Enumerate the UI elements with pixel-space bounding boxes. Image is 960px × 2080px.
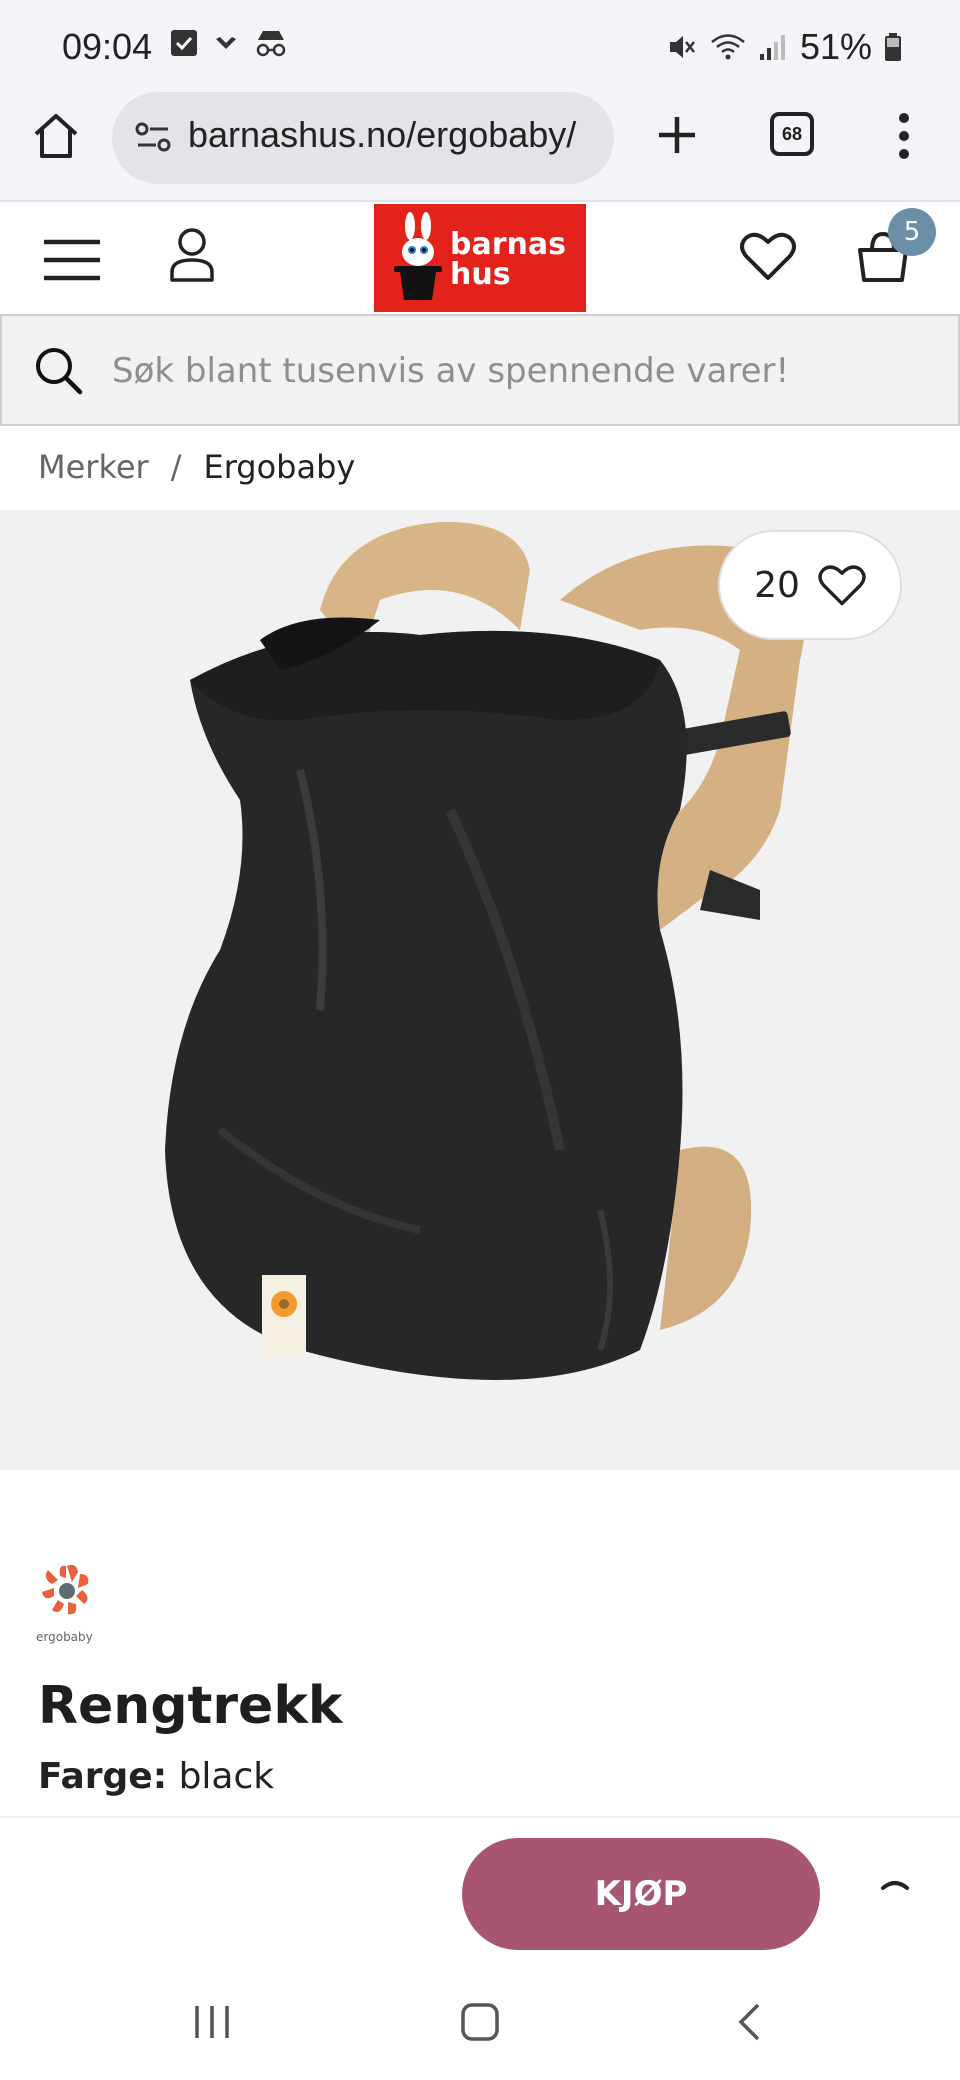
product-photo-rain-cover — [165, 521, 805, 1380]
mute-icon — [669, 36, 695, 58]
menu-icon[interactable] — [42, 238, 102, 282]
search-input[interactable] — [112, 346, 932, 396]
product-color: Farge: black — [38, 1756, 274, 1797]
battery-icon — [885, 33, 901, 61]
home-icon[interactable] — [30, 110, 82, 162]
favorite-count: 20 — [754, 564, 800, 606]
home-nav-icon[interactable] — [460, 2002, 500, 2042]
heart-icon[interactable] — [740, 230, 796, 282]
url-text[interactable]: barnashus.no/ergobaby/ — [188, 114, 608, 156]
site-logo[interactable]: barnas hus — [374, 204, 586, 312]
search-icon[interactable] — [34, 346, 84, 396]
site-header: barnas hus — [0, 204, 960, 314]
status-bar: 09:04 51% — [0, 0, 960, 92]
account-icon[interactable] — [168, 226, 216, 282]
breadcrumb-current[interactable]: Ergobaby — [203, 448, 355, 486]
status-left-icons — [170, 28, 288, 58]
more-options-icon[interactable] — [884, 110, 924, 162]
checkbox-icon — [171, 30, 197, 56]
cart-count-badge: 5 — [888, 208, 936, 256]
signal-icon — [759, 35, 785, 60]
ergobaby-logo-icon — [42, 1564, 89, 1615]
brand-logo[interactable]: ergobaby — [36, 1560, 98, 1646]
product-image[interactable] — [0, 510, 960, 1470]
breadcrumb: Merker / Ergobaby — [38, 448, 355, 486]
scroll-up-icon[interactable] — [880, 1874, 910, 1894]
incognito-icon — [256, 31, 286, 57]
browser-toolbar: barnashus.no/ergobaby/ 68 — [0, 92, 960, 202]
recent-apps-icon[interactable] — [192, 2004, 232, 2040]
url-bar[interactable]: barnashus.no/ergobaby/ — [112, 92, 614, 184]
status-right-icons: 51% — [666, 26, 902, 68]
new-tab-icon[interactable] — [652, 110, 702, 160]
back-icon[interactable] — [736, 2002, 762, 2042]
logo-line2: hus — [450, 257, 511, 292]
logo-text: barnas hus — [450, 230, 566, 290]
breadcrumb-link-merker[interactable]: Merker — [38, 448, 149, 486]
battery-percent: 51% — [799, 26, 872, 67]
tab-switcher-button[interactable]: 68 — [770, 112, 814, 156]
heart-icon — [818, 565, 866, 606]
chevron-down-icon — [216, 37, 236, 49]
product-title: Rengtrekk — [38, 1676, 343, 1736]
buy-button[interactable]: KJØP — [462, 1838, 820, 1950]
system-nav-bar — [0, 1966, 960, 2080]
color-label: Farge: — [38, 1756, 168, 1797]
color-value: black — [178, 1756, 275, 1797]
breadcrumb-separator: / — [170, 448, 182, 486]
logo-line1: barnas — [450, 227, 566, 262]
site-settings-icon[interactable] — [134, 120, 172, 154]
rabbit-hat-icon — [394, 212, 442, 300]
status-time: 09:04 — [62, 26, 153, 67]
tab-count: 68 — [781, 123, 803, 144]
buy-bar: KJØP — [0, 1816, 960, 1966]
favorite-button[interactable]: 20 — [718, 530, 902, 640]
brand-logo-text: ergobaby — [36, 1630, 93, 1644]
search-bar — [0, 314, 960, 426]
wifi-icon — [711, 34, 745, 60]
